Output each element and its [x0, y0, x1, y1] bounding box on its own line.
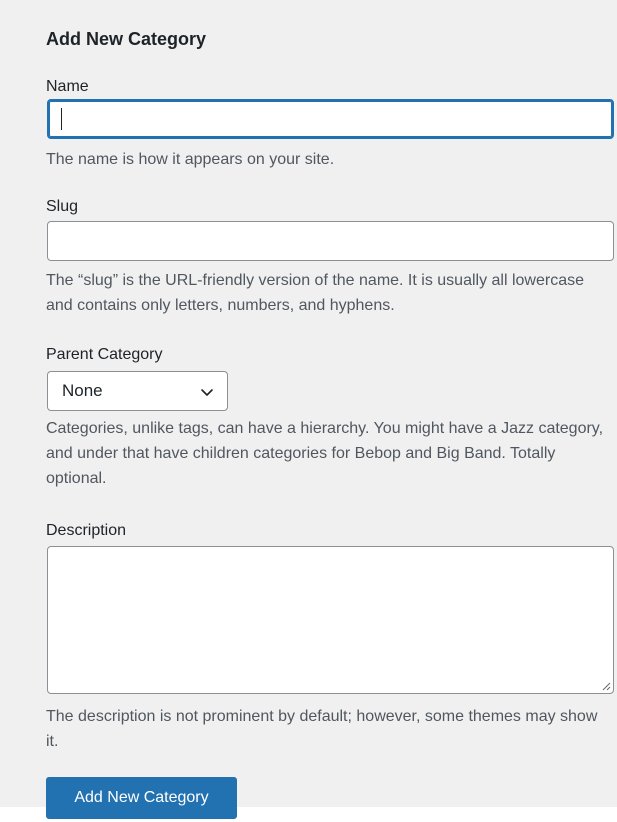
- name-label: Name: [46, 78, 89, 95]
- name-input[interactable]: [47, 99, 614, 139]
- chevron-down-icon: [201, 389, 213, 396]
- add-category-form: Add New Category Name The name is how it…: [0, 0, 617, 807]
- slug-label: Slug: [46, 198, 79, 215]
- slug-help-text: The “slug” is the URL-friendly version o…: [46, 272, 584, 314]
- parent-category-help-text: Categories, unlike tags, can have a hier…: [46, 420, 604, 487]
- add-new-category-button[interactable]: Add New Category: [46, 777, 237, 819]
- text-caret: [61, 108, 62, 130]
- parent-category-selected-value: None: [62, 381, 103, 400]
- resize-grip-icon[interactable]: [601, 681, 611, 691]
- description-textarea[interactable]: [47, 546, 614, 694]
- slug-input[interactable]: [47, 221, 614, 261]
- description-help-text: The description is not prominent by defa…: [46, 708, 598, 750]
- parent-category-select[interactable]: None: [47, 371, 228, 411]
- description-label: Description: [46, 522, 127, 539]
- parent-category-label: Parent Category: [46, 346, 163, 363]
- name-help-text: The name is how it appears on your site.: [46, 151, 335, 168]
- form-heading: Add New Category: [46, 29, 207, 49]
